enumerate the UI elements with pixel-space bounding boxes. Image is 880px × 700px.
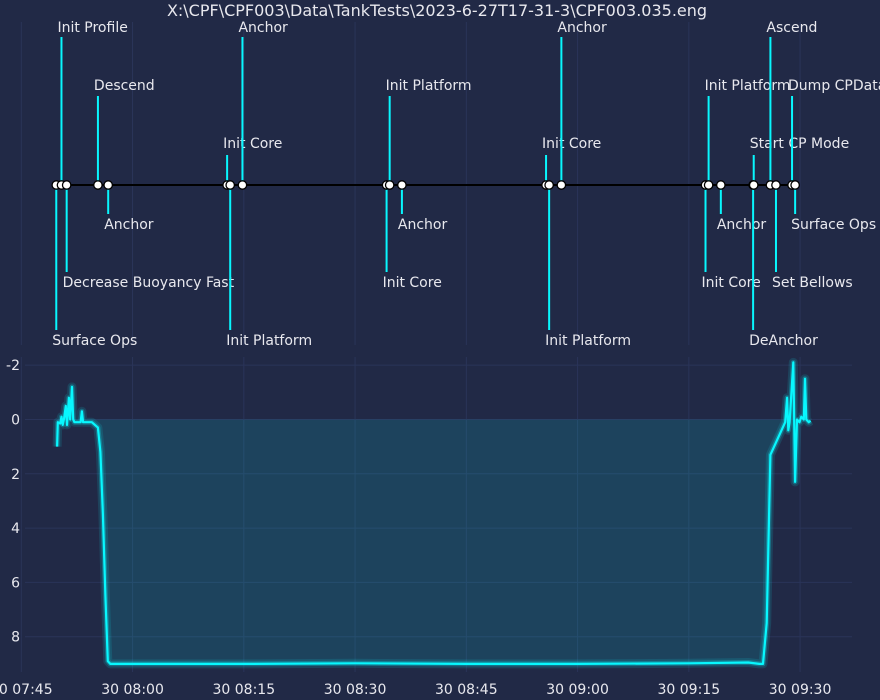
event-label: Start CP Mode (750, 136, 849, 152)
event-label: Ascend (766, 20, 817, 36)
y-tick-label: 4 (11, 521, 20, 537)
event-label: Init Platform (226, 333, 312, 349)
event-marker (93, 180, 103, 190)
event-label: Anchor (398, 217, 448, 233)
event-label: Anchor (717, 217, 767, 233)
x-tick-label: 30 09:00 (546, 682, 609, 698)
y-tick-label: 2 (11, 467, 20, 483)
x-tick-label: 30 08:30 (324, 682, 387, 698)
event-label: Init Core (542, 136, 601, 152)
x-tick-label: 30 09:30 (769, 682, 832, 698)
depth-axes: -2 0 2 4 6 8 30 07:45 30 08:00 30 08:15 30 08:30 3… (0, 357, 852, 698)
event-label: Surface Ops (791, 217, 876, 233)
x-tick-label: 30 08:00 (101, 682, 164, 698)
event-marker (237, 180, 248, 190)
chart-figure: Surface Ops Init Profile Decrease Buoyancy… (0, 1, 880, 698)
event-label: Init Profile (57, 20, 127, 36)
event-marker (397, 180, 407, 190)
event-label: Anchor (104, 217, 154, 233)
x-tick-label: 30 07:45 (0, 682, 53, 698)
event-label: Decrease Buoyancy Fast (63, 275, 235, 291)
event-label: Anchor (238, 20, 288, 36)
event-label: Surface Ops (52, 333, 137, 349)
event-marker (556, 180, 567, 190)
event-marker (384, 180, 395, 190)
event-marker (61, 180, 72, 190)
depth-area-fill (57, 362, 811, 664)
y-tick-label: 6 (11, 575, 20, 591)
event-label: Descend (94, 78, 155, 94)
event-marker (715, 180, 726, 190)
x-tick-label: 30 08:15 (212, 682, 275, 698)
event-label: Init Core (702, 275, 761, 291)
x-tick-label: 30 09:15 (658, 682, 721, 698)
event-label: Init Platform (545, 333, 631, 349)
event-label: Init Platform (705, 78, 791, 94)
x-tick-label: 30 08:45 (435, 682, 498, 698)
event-marker (790, 180, 800, 190)
event-label: Set Bellows (772, 275, 853, 291)
event-label: Init Platform (386, 78, 472, 94)
y-tick-label: -2 (6, 358, 20, 374)
event-marker (225, 180, 236, 190)
event-marker (703, 180, 714, 190)
chart-title: X:\CPF\CPF003\Data\TankTests\2023-6-27T1… (167, 1, 707, 20)
event-label: Init Core (383, 275, 442, 291)
event-marker (748, 180, 759, 190)
event-marker (544, 180, 554, 190)
y-tick-label: 0 (11, 412, 20, 428)
y-tick-label: 8 (11, 630, 20, 646)
timeline-axes: Surface Ops Init Profile Decrease Buoyancy… (20, 20, 880, 349)
event-label: DeAnchor (749, 333, 818, 349)
event-label: Dump CPData (788, 78, 880, 94)
event-label: Init Core (223, 136, 282, 152)
event-marker (103, 180, 114, 190)
event-marker (771, 180, 781, 190)
event-label: Anchor (557, 20, 607, 36)
